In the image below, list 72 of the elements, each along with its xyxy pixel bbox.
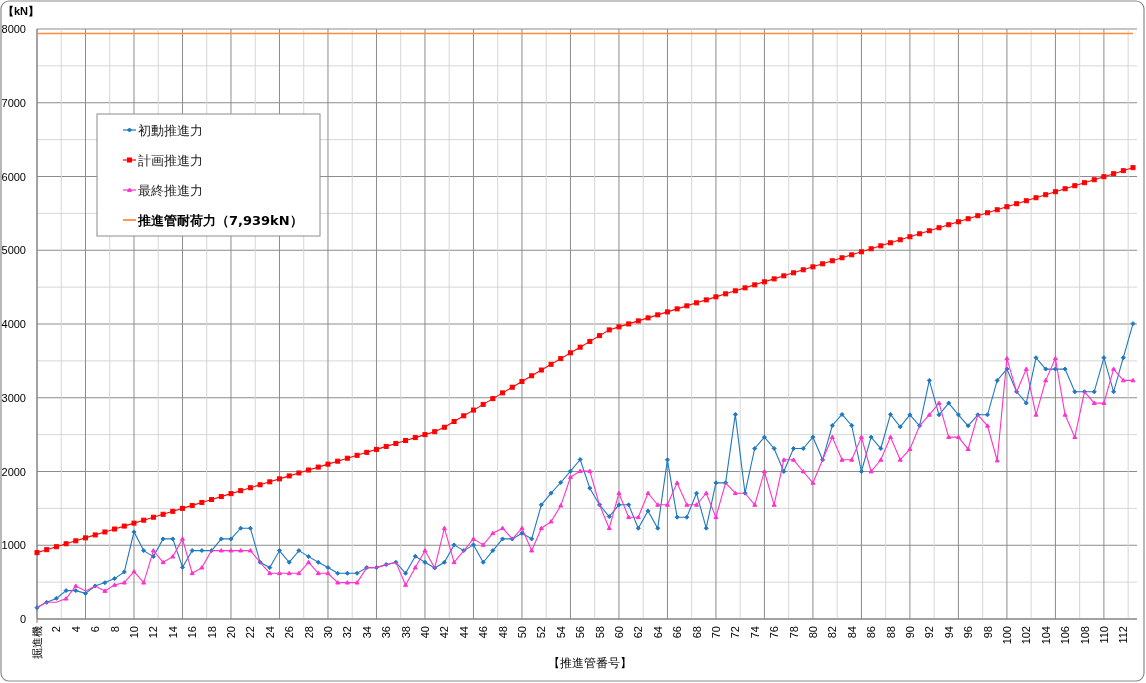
axis-tick-label: 26	[283, 626, 296, 639]
axis-tick-label: 0	[19, 613, 26, 625]
axis-tick-label: 54	[554, 626, 567, 639]
axis-tick-label: 90	[903, 626, 916, 639]
axis-tick-label: 4000	[1, 318, 26, 330]
axis-tick-label: 22	[244, 626, 257, 639]
axis-tick-label: 掘進機	[31, 626, 43, 659]
axis-tick-label: 6000	[1, 170, 26, 183]
axis-tick-label: 2	[50, 626, 63, 633]
axis-tick-label: 1000	[1, 539, 26, 552]
axis-tick-label: 76	[768, 626, 781, 639]
axis-tick-label: 68	[690, 626, 703, 639]
axis-tick-label: 92	[923, 626, 936, 639]
axis-tick-label: 20	[225, 626, 237, 639]
axis-tick-label: 8	[108, 626, 121, 633]
axis-tick-label: 12	[147, 626, 160, 639]
axis-tick-label: 60	[612, 626, 625, 639]
axis-tick-label: 102	[1020, 626, 1033, 645]
axis-tick-label: 94	[942, 626, 955, 639]
axis-tick-label: 14	[166, 626, 179, 639]
axis-tick-label: 7000	[1, 96, 26, 109]
axis-tick-label: 80	[806, 626, 819, 639]
axis-tick-label: 30	[321, 626, 334, 639]
axis-tick-label: 24	[263, 626, 276, 639]
axis-tick-label: 104	[1039, 626, 1052, 645]
axis-tick-label: 34	[360, 626, 373, 639]
axis-title: 【推進管番号】	[548, 656, 632, 670]
axis-tick-label: 2000	[1, 465, 26, 478]
legend-label: 最終推進力	[138, 183, 203, 198]
axis-tick-label: 100	[1000, 626, 1013, 645]
axis-tick-label: 16	[186, 626, 199, 639]
axis-tick-label: 18	[205, 626, 218, 639]
axis-tick-label: 86	[865, 626, 878, 639]
axis-tick-label: 8000	[1, 23, 26, 35]
axis-tick-label: 82	[826, 626, 839, 639]
unit-label: 【kN】	[3, 5, 40, 17]
legend-label: 計画推進力	[138, 153, 203, 168]
axis-tick-label: 3000	[1, 391, 26, 404]
axis-tick-label: 28	[302, 626, 315, 639]
axis-tick-label: 72	[729, 626, 742, 639]
axis-tick-label: 78	[787, 626, 800, 639]
axis-tick-label: 42	[438, 626, 451, 639]
axis-tick-label: 58	[593, 626, 606, 639]
axis-tick-label: 46	[477, 626, 490, 639]
axis-tick-label: 74	[748, 626, 761, 639]
axis-tick-label: 38	[399, 626, 412, 639]
axis-tick-label: 66	[671, 626, 684, 639]
legend-label: 推進管耐荷力（7,939kN）	[138, 213, 303, 228]
axis-tick-label: 98	[981, 626, 994, 639]
axis-tick-label: 96	[962, 626, 975, 639]
axis-tick-label: 40	[418, 626, 431, 639]
axis-tick-label: 56	[574, 626, 587, 639]
axis-tick-label: 106	[1059, 626, 1072, 645]
axis-tick-label: 10	[128, 626, 140, 639]
axis-tick-label: 88	[884, 626, 897, 639]
axis-tick-label: 112	[1117, 626, 1130, 644]
legend-label: 初動推進力	[138, 123, 203, 138]
axis-tick-label: 52	[535, 626, 548, 639]
axis-tick-label: 48	[496, 626, 509, 639]
axis-tick-label: 36	[380, 626, 393, 639]
axis-tick-label: 108	[1078, 626, 1091, 645]
axis-tick-label: 84	[845, 626, 858, 639]
axis-tick-label: 110	[1097, 626, 1110, 644]
axis-tick-label: 6	[89, 626, 102, 633]
axis-tick-label: 50	[515, 626, 528, 639]
axis-tick-label: 44	[457, 626, 470, 639]
axis-tick-label: 4	[69, 626, 82, 633]
axis-tick-label: 62	[632, 626, 645, 639]
axis-tick-label: 5000	[1, 244, 26, 257]
axis-tick-label: 64	[651, 626, 664, 639]
axis-tick-label: 32	[341, 626, 354, 639]
axis-tick-label: 70	[709, 626, 722, 639]
